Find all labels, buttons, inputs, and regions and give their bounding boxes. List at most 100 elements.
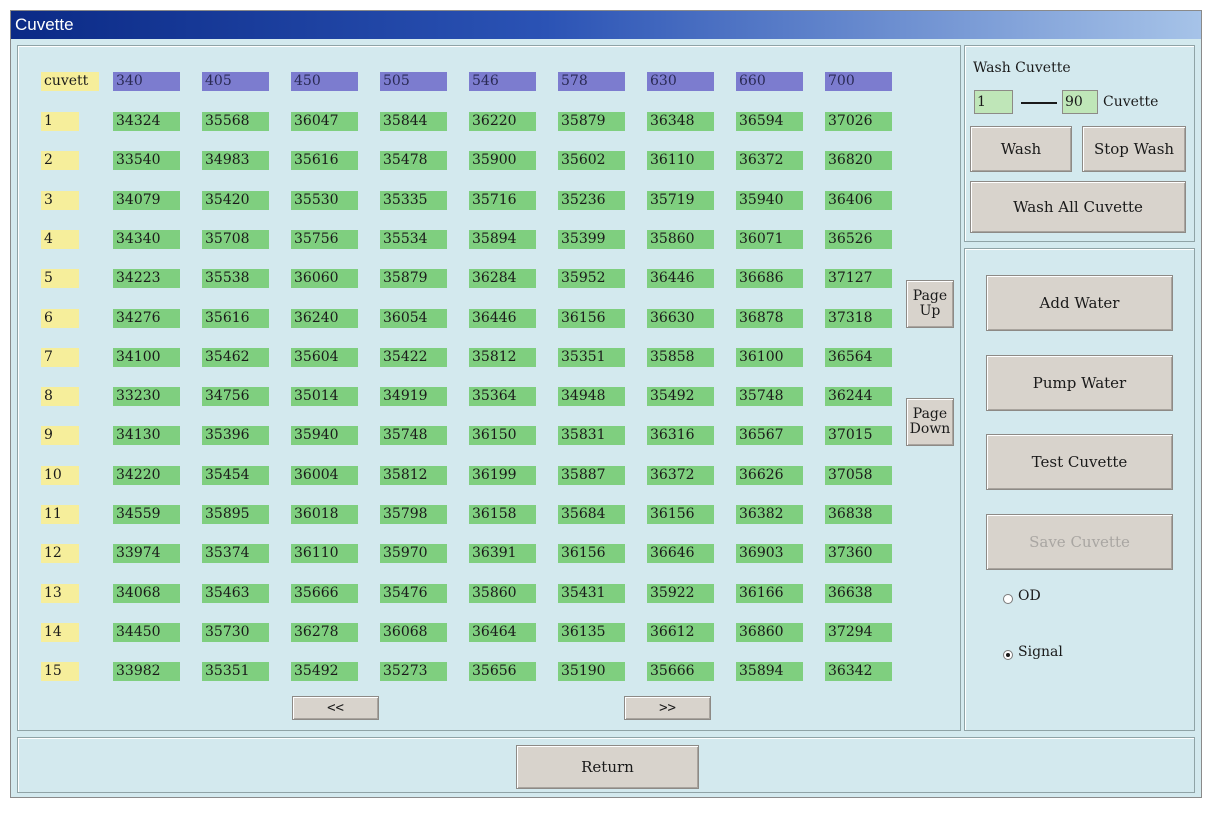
signal-value-cell: 36054 xyxy=(380,309,447,328)
signal-value-cell: 35748 xyxy=(380,426,447,445)
cuvette-row-number: 3 xyxy=(41,191,79,210)
signal-value-cell: 35900 xyxy=(469,151,536,170)
signal-value-cell: 33540 xyxy=(113,151,180,170)
signal-value-cell: 37127 xyxy=(825,269,892,288)
return-button[interactable]: Return xyxy=(516,745,699,789)
cuvette-row-number: 5 xyxy=(41,269,79,288)
signal-value-cell: 36820 xyxy=(825,151,892,170)
cuvette-row-number: 14 xyxy=(41,623,79,642)
signal-value-cell: 36068 xyxy=(380,623,447,642)
signal-value-cell: 35530 xyxy=(291,191,358,210)
cuvette-row-number: 15 xyxy=(41,662,79,681)
cuvette-window: Cuvette cuvett 340 405 450 505 546 578 630 660 70… xyxy=(10,10,1202,798)
signal-value-cell: 36626 xyxy=(736,466,803,485)
cuvette-row-number: 8 xyxy=(41,387,79,406)
signal-value-cell: 35858 xyxy=(647,348,714,367)
cuvette-row-number: 12 xyxy=(41,544,79,563)
signal-value-cell: 35014 xyxy=(291,387,358,406)
signal-value-cell: 35396 xyxy=(202,426,269,445)
signal-value-cell: 35568 xyxy=(202,112,269,131)
wash-button[interactable]: Wash xyxy=(970,126,1072,172)
signal-value-cell: 34130 xyxy=(113,426,180,445)
signal-value-cell: 36199 xyxy=(469,466,536,485)
signal-value-cell: 35399 xyxy=(558,230,625,249)
signal-value-cell: 34919 xyxy=(380,387,447,406)
signal-value-cell: 34948 xyxy=(558,387,625,406)
signal-value-cell: 35812 xyxy=(380,466,447,485)
signal-value-cell: 36382 xyxy=(736,505,803,524)
signal-value-cell: 35538 xyxy=(202,269,269,288)
signal-value-cell: 36244 xyxy=(825,387,892,406)
wash-to-field[interactable]: 90 xyxy=(1062,90,1098,114)
signal-value-cell: 36135 xyxy=(558,623,625,642)
wavelength-header: 340 xyxy=(113,72,180,91)
cuvette-column-header: cuvett xyxy=(41,72,99,91)
cuvette-row-number: 4 xyxy=(41,230,79,249)
prev-columns-button[interactable]: << xyxy=(292,696,379,720)
signal-value-cell: 37058 xyxy=(825,466,892,485)
signal-value-cell: 34559 xyxy=(113,505,180,524)
signal-value-cell: 35656 xyxy=(469,662,536,681)
signal-value-cell: 35844 xyxy=(380,112,447,131)
signal-value-cell: 35730 xyxy=(202,623,269,642)
signal-value-cell: 35604 xyxy=(291,348,358,367)
add-water-button[interactable]: Add Water xyxy=(986,275,1173,331)
signal-value-cell: 36004 xyxy=(291,466,358,485)
signal-radio-label: Signal xyxy=(1018,644,1063,660)
pump-water-button[interactable]: Pump Water xyxy=(986,355,1173,411)
page-up-button[interactable]: Page Up xyxy=(906,280,954,328)
signal-value-cell: 36150 xyxy=(469,426,536,445)
wavelength-header: 660 xyxy=(736,72,803,91)
signal-value-cell: 35748 xyxy=(736,387,803,406)
range-dash xyxy=(1021,102,1057,104)
signal-value-cell: 36156 xyxy=(647,505,714,524)
signal-value-cell: 35236 xyxy=(558,191,625,210)
signal-value-cell: 35462 xyxy=(202,348,269,367)
operations-panel: Add Water Pump Water Test Cuvette Save C… xyxy=(964,248,1195,731)
signal-value-cell: 35351 xyxy=(202,662,269,681)
signal-value-cell: 34220 xyxy=(113,466,180,485)
signal-value-cell: 37294 xyxy=(825,623,892,642)
signal-value-cell: 36594 xyxy=(736,112,803,131)
signal-value-cell: 34756 xyxy=(202,387,269,406)
signal-value-cell: 35860 xyxy=(647,230,714,249)
cuvette-row-number: 6 xyxy=(41,309,79,328)
signal-value-cell: 36630 xyxy=(647,309,714,328)
signal-value-cell: 36372 xyxy=(647,466,714,485)
signal-value-cell: 36278 xyxy=(291,623,358,642)
signal-value-cell: 35190 xyxy=(558,662,625,681)
wash-all-cuvette-button[interactable]: Wash All Cuvette xyxy=(970,181,1186,233)
signal-value-cell: 35273 xyxy=(380,662,447,681)
signal-value-cell: 36526 xyxy=(825,230,892,249)
od-radio[interactable] xyxy=(1003,594,1013,604)
signal-value-cell: 37026 xyxy=(825,112,892,131)
signal-value-cell: 36646 xyxy=(647,544,714,563)
signal-value-cell: 35422 xyxy=(380,348,447,367)
signal-value-cell: 36240 xyxy=(291,309,358,328)
signal-value-cell: 36838 xyxy=(825,505,892,524)
signal-value-cell: 36342 xyxy=(825,662,892,681)
signal-value-cell: 34079 xyxy=(113,191,180,210)
signal-value-cell: 33982 xyxy=(113,662,180,681)
signal-value-cell: 35684 xyxy=(558,505,625,524)
signal-value-cell: 34340 xyxy=(113,230,180,249)
test-cuvette-button[interactable]: Test Cuvette xyxy=(986,434,1173,490)
signal-value-cell: 35970 xyxy=(380,544,447,563)
wavelength-header: 405 xyxy=(202,72,269,91)
signal-value-cell: 36372 xyxy=(736,151,803,170)
signal-value-cell: 36567 xyxy=(736,426,803,445)
signal-radio[interactable] xyxy=(1003,650,1013,660)
signal-value-cell: 35894 xyxy=(736,662,803,681)
stop-wash-button[interactable]: Stop Wash xyxy=(1082,126,1186,172)
signal-value-cell: 36348 xyxy=(647,112,714,131)
signal-value-cell: 35831 xyxy=(558,426,625,445)
signal-value-cell: 37360 xyxy=(825,544,892,563)
next-columns-button[interactable]: >> xyxy=(624,696,711,720)
save-cuvette-button[interactable]: Save Cuvette xyxy=(986,514,1173,570)
page-down-button[interactable]: Page Down xyxy=(906,398,954,446)
signal-value-cell: 35492 xyxy=(647,387,714,406)
wash-cuvette-title: Wash Cuvette xyxy=(973,60,1071,76)
wash-from-field[interactable]: 1 xyxy=(974,90,1013,114)
signal-value-cell: 36060 xyxy=(291,269,358,288)
wavelength-header: 450 xyxy=(291,72,358,91)
